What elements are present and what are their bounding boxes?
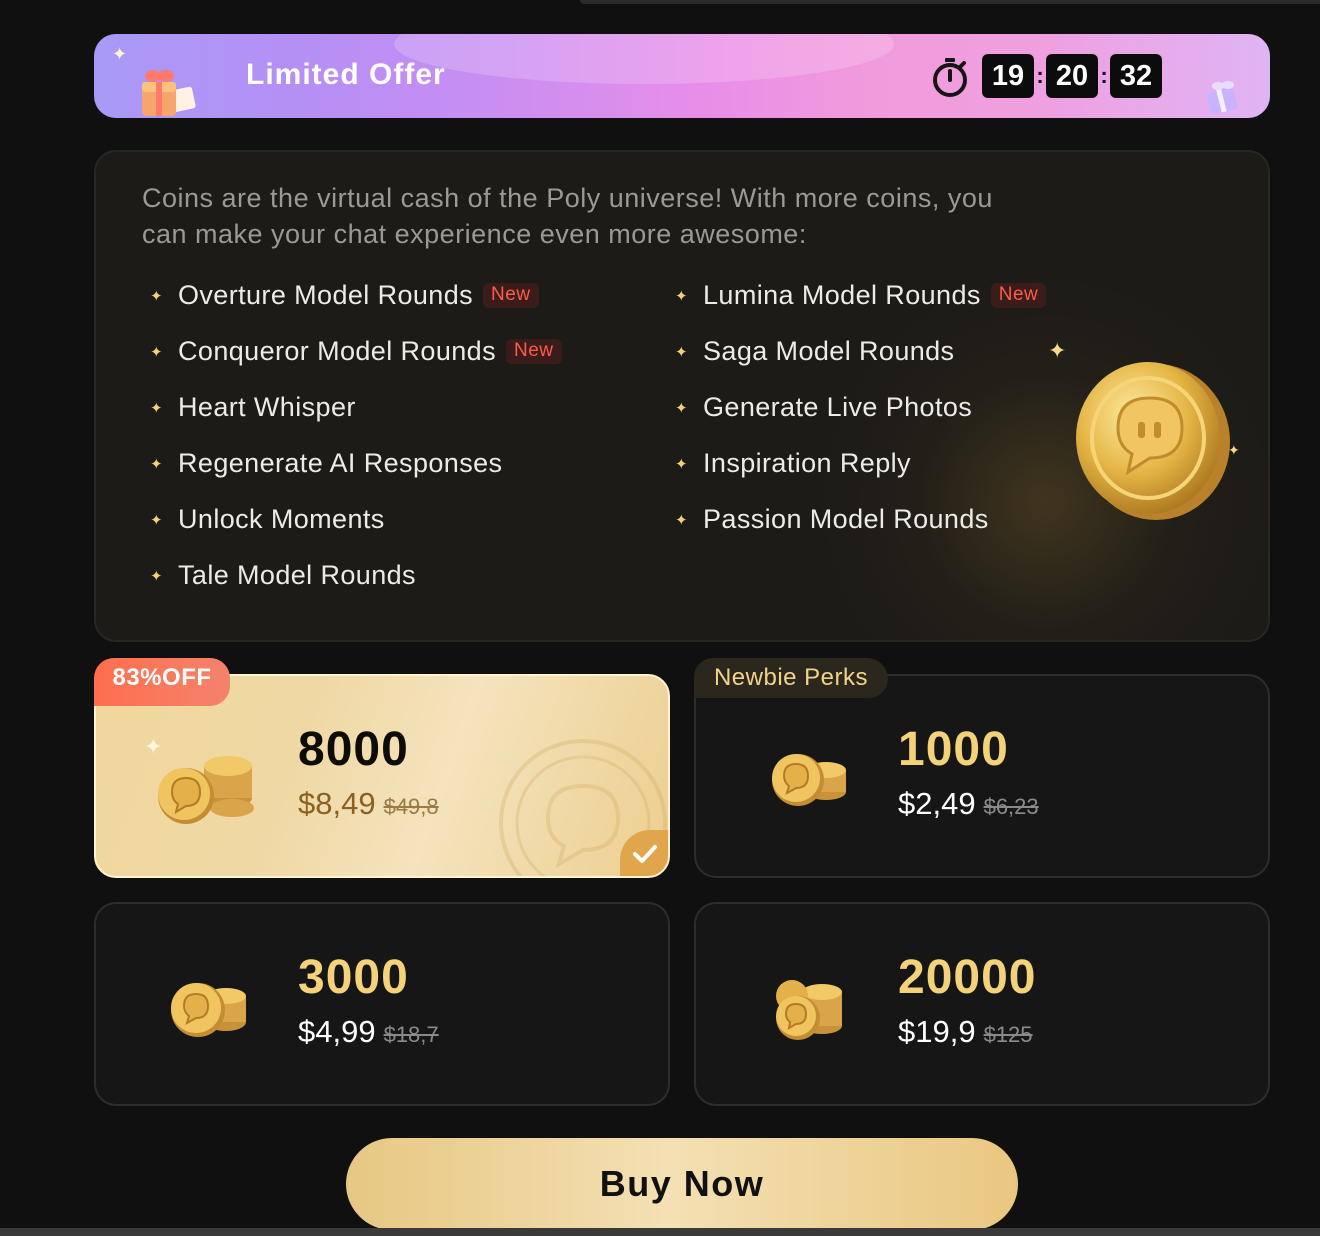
package-card-20000[interactable]: 20000 $19,9 $125 [694, 902, 1270, 1106]
feature-item: ✦ Conqueror Model Rounds New [146, 336, 562, 367]
banner-title: Limited Offer [246, 58, 446, 91]
feature-item: ✦ Lumina Model Rounds New [671, 280, 1047, 311]
feature-label: Regenerate AI Responses [178, 448, 503, 478]
package-old-price: $18,7 [383, 1022, 439, 1047]
package-old-price: $125 [983, 1022, 1033, 1047]
features-panel: Coins are the virtual cash of the Poly u… [94, 150, 1270, 642]
feature-item: ✦ Regenerate AI Responses [146, 448, 502, 479]
timer-seconds: 32 [1110, 54, 1162, 98]
sparkle-icon: ✦ [112, 44, 128, 64]
timer-separator: : [1036, 63, 1044, 88]
feature-label: Unlock Moments [178, 504, 385, 534]
star-bullet-icon: ✦ [675, 455, 688, 473]
feature-label: Heart Whisper [178, 392, 356, 422]
feature-item: ✦ Passion Model Rounds [671, 504, 989, 535]
package-old-price: $6,23 [983, 794, 1039, 819]
package-price-row: $4,99 $18,7 [298, 1014, 439, 1050]
feature-label: Generate Live Photos [703, 392, 973, 422]
new-badge: New [483, 283, 539, 308]
stopwatch-icon [933, 58, 967, 97]
star-bullet-icon: ✦ [150, 399, 163, 417]
package-amount: 20000 [898, 951, 1037, 1004]
package-price: $2,49 [898, 786, 976, 821]
feature-label: Conqueror Model Rounds [178, 336, 496, 366]
feature-item: ✦ Overture Model Rounds New [146, 280, 539, 311]
feature-item: ✦ Generate Live Photos [671, 392, 972, 423]
star-bullet-icon: ✦ [150, 287, 163, 305]
feature-label: Overture Model Rounds [178, 280, 474, 310]
feature-item: ✦ Tale Model Rounds [146, 560, 416, 591]
buy-now-button[interactable]: Buy Now [346, 1138, 1018, 1230]
limited-offer-banner: ✦ Limited Offer 19 : 20 : 32 [94, 34, 1270, 118]
countdown-timer: 19 : 20 : 32 [982, 54, 1162, 98]
package-price-row: $2,49 $6,23 [898, 786, 1039, 822]
feature-item: ✦ Inspiration Reply [671, 448, 911, 479]
package-price: $4,99 [298, 1014, 376, 1049]
gift-box-icon [142, 70, 196, 116]
coin-stack-icon [776, 980, 842, 1040]
coin-stack-icon [772, 754, 846, 806]
newbie-perks-badge: Newbie Perks [694, 658, 888, 698]
feature-label: Lumina Model Rounds [703, 280, 981, 310]
star-bullet-icon: ✦ [675, 287, 688, 305]
package-price-row: $8,49 $49,8 [298, 786, 439, 822]
package-amount: 1000 [898, 723, 1009, 776]
package-price-row: $19,9 $125 [898, 1014, 1033, 1050]
feature-item: ✦ Saga Model Rounds [671, 336, 954, 367]
package-card-1000[interactable]: 1000 $2,49 $6,23 [694, 674, 1270, 878]
star-bullet-icon: ✦ [675, 399, 688, 417]
feature-label: Tale Model Rounds [178, 560, 416, 590]
new-badge: New [990, 283, 1047, 308]
discount-badge: 83%OFF [94, 658, 230, 706]
sparkle-icon: ✦ [144, 734, 163, 759]
package-old-price: $49,8 [383, 794, 439, 819]
coin-icon [1076, 362, 1230, 520]
star-bullet-icon: ✦ [150, 567, 163, 585]
package-price: $8,49 [298, 786, 376, 821]
package-amount: 8000 [298, 723, 409, 776]
coin-stack-icon [171, 983, 246, 1037]
new-badge: New [505, 339, 562, 364]
feature-item: ✦ Heart Whisper [146, 392, 356, 423]
package-price: $19,9 [898, 1014, 976, 1049]
feature-item: ✦ Unlock Moments [146, 504, 385, 535]
top-edge-line [580, 0, 1320, 4]
intro-text: Coins are the virtual cash of the Poly u… [142, 183, 993, 249]
small-gift-icon [1206, 81, 1238, 115]
star-bullet-icon: ✦ [150, 455, 163, 473]
timer-separator: : [1100, 63, 1108, 88]
timer-hours: 19 [982, 54, 1034, 98]
coin-stack-icon [158, 756, 254, 824]
star-bullet-icon: ✦ [675, 343, 688, 361]
star-bullet-icon: ✦ [150, 343, 163, 361]
feature-label: Saga Model Rounds [703, 336, 955, 366]
feature-label: Passion Model Rounds [703, 504, 989, 534]
feature-label: Inspiration Reply [703, 448, 911, 478]
package-amount: 3000 [298, 951, 409, 1004]
star-bullet-icon: ✦ [675, 511, 688, 529]
package-card-3000[interactable]: 3000 $4,99 $18,7 [94, 902, 670, 1106]
star-bullet-icon: ✦ [150, 511, 163, 529]
timer-minutes: 20 [1046, 54, 1098, 98]
bottom-edge-bar [0, 1228, 1320, 1236]
